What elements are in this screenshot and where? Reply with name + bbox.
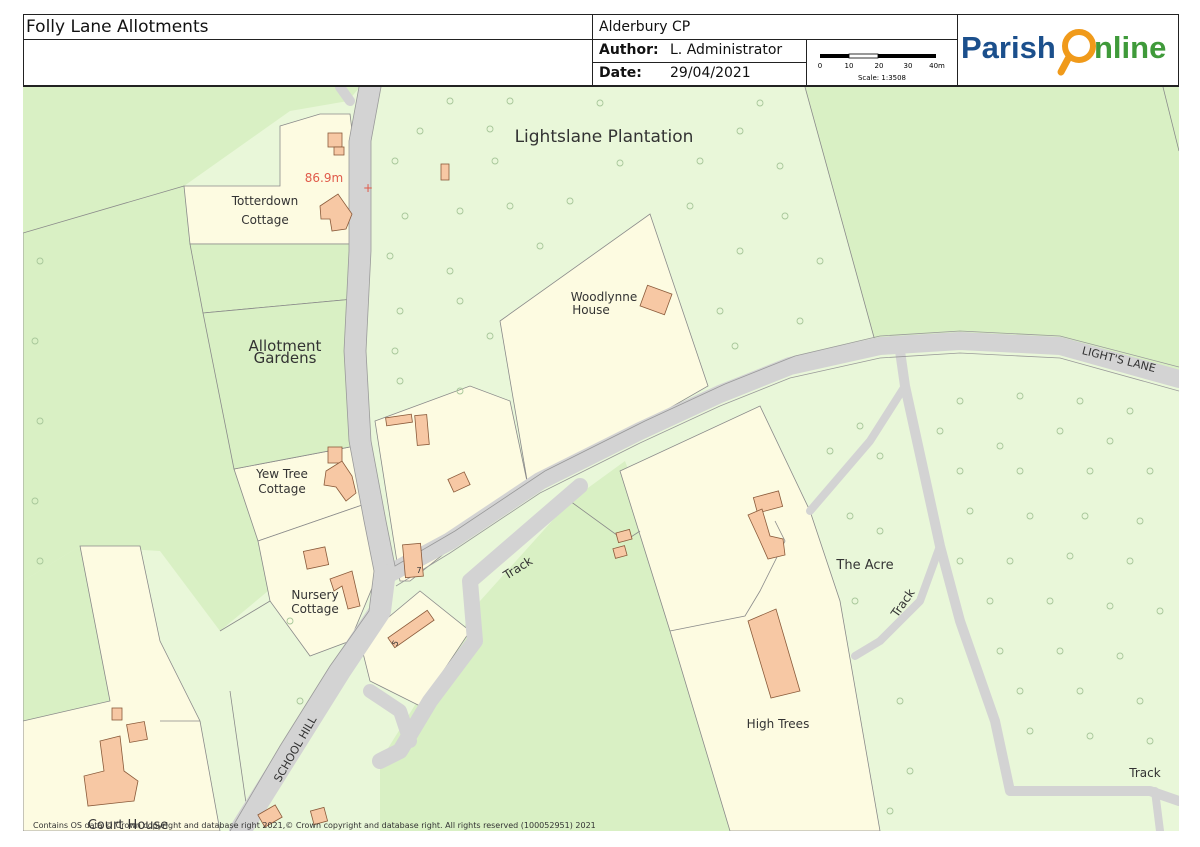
logo-text-parish: Parish: [961, 30, 1056, 65]
building: [440, 163, 450, 181]
scale-ratio: Scale: 1:3508: [858, 74, 906, 82]
map-canvas[interactable]: Lightslane Plantation 86.9m + Totterdown…: [23, 86, 1179, 831]
author-label: Author:: [599, 42, 659, 58]
label-woodlynne-line1: Woodlynne: [571, 290, 638, 304]
scale-tick-0: 0: [818, 62, 822, 70]
label-totterdown-line1: Totterdown: [231, 194, 299, 208]
scale-cell: 0 10 20 30 40m Scale: 1:3508: [807, 40, 958, 86]
scale-tick-40: 40m: [929, 62, 945, 70]
copyright-notice: Contains OS data © Crown copyright and d…: [33, 821, 596, 830]
label-totterdown-line2: Cottage: [241, 213, 288, 227]
label-woodlynne-line2: House: [572, 303, 610, 317]
building: [327, 132, 343, 148]
building: [111, 707, 123, 721]
label-allotment-line2: Gardens: [254, 349, 317, 367]
label-yew-tree-line1: Yew Tree: [255, 467, 308, 481]
scale-bar: 0 10 20 30 40m Scale: 1:3508: [818, 53, 945, 82]
parish-online-logo: Parish nline: [961, 29, 1166, 76]
scale-tick-10: 10: [845, 62, 854, 70]
scale-tick-20: 20: [875, 62, 884, 70]
label-nursery-line1: Nursery: [291, 588, 338, 602]
magnifier-icon: [1057, 29, 1096, 76]
scale-tick-30: 30: [904, 62, 913, 70]
title-blank-cell: [23, 40, 593, 86]
label-yew-tree-line2: Cottage: [258, 482, 305, 496]
map-title: Folly Lane Allotments: [26, 17, 209, 37]
ordnance-map[interactable]: Lightslane Plantation 86.9m + Totterdown…: [23, 87, 1179, 831]
label-house-7: 7: [416, 566, 421, 575]
title-cell: Folly Lane Allotments: [23, 14, 593, 40]
logo-cell: Parish nline: [958, 14, 1179, 86]
date-value: 29/04/2021: [670, 65, 751, 81]
label-lightslane-plantation: Lightslane Plantation: [515, 127, 694, 147]
date-label: Date:: [599, 65, 642, 81]
author-cell: Author: L. Administrator: [593, 40, 807, 63]
logo-text-online: nline: [1094, 30, 1166, 65]
parish-cell: Alderbury CP: [593, 14, 958, 40]
label-nursery-line2: Cottage: [291, 602, 338, 616]
label-high-trees: High Trees: [747, 717, 810, 731]
label-track-east: Track: [1128, 766, 1160, 780]
label-spot-height: 86.9m: [305, 171, 343, 185]
building: [333, 146, 345, 156]
building: [414, 414, 430, 446]
author-value: L. Administrator: [670, 42, 783, 58]
building: [327, 446, 343, 464]
parish-name: Alderbury CP: [599, 19, 691, 35]
label-the-acre: The Acre: [835, 558, 893, 573]
spot-height-cross-icon: +: [363, 181, 373, 195]
date-cell: Date: 29/04/2021: [593, 63, 807, 86]
building: [126, 721, 148, 743]
